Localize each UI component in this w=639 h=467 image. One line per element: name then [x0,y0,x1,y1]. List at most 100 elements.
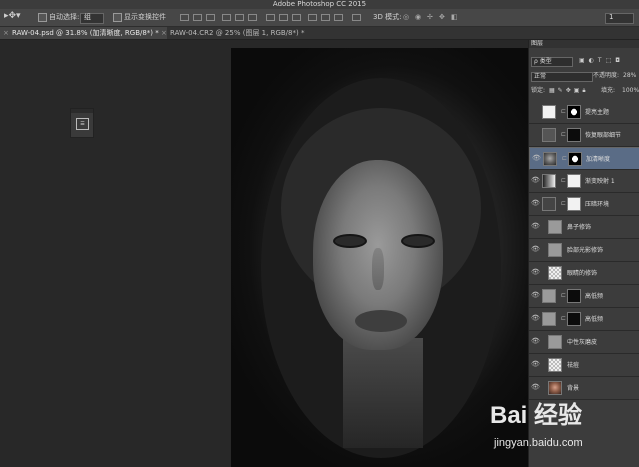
align-bottom-icon[interactable] [206,14,215,21]
eye-icon[interactable]: 👁︎ [531,314,540,323]
tab-layers[interactable]: 图层 [531,40,543,48]
layer-row-selected[interactable]: 👁︎ ⊏ 加清晰度 [529,147,639,170]
eye-icon[interactable]: 👁︎ [531,199,540,208]
eye-icon[interactable]: 👁︎ [531,176,540,185]
layer-row[interactable]: 👁︎ ⊏ 高低频 [529,285,639,308]
layer-name: 祛痘 [567,362,580,369]
mask-thumbnail[interactable] [567,312,581,326]
eye-icon[interactable]: 👁︎ [531,337,540,346]
eye-icon[interactable]: 👁︎ [531,383,540,392]
link-icon[interactable]: ⊏ [562,154,567,163]
mask-thumbnail[interactable] [567,128,581,142]
eye-icon[interactable]: 👁︎ [531,268,540,277]
mask-thumbnail[interactable] [568,152,582,166]
3d-pan-icon[interactable]: ✢ [427,13,433,22]
opacity-value[interactable]: 28% [623,71,636,81]
auto-select-label: 自动选择: [49,13,80,21]
align-top-icon[interactable] [180,14,189,21]
show-transform-label: 显示变换控件 [124,13,166,21]
3d-orbit-icon[interactable]: ◎ [403,13,409,22]
3d-mode-label: 3D 模式: [373,13,402,21]
layer-row[interactable]: 👁︎ ⊏ 渐变映射 1 [529,170,639,193]
align-hcenter-icon[interactable] [235,14,244,21]
layer-row[interactable]: 👁︎ 中性灰磨皮 [529,331,639,354]
layer-name: 压暗环境 [585,201,610,208]
link-icon[interactable]: ⊏ [561,130,566,139]
distribute-hcenter-icon[interactable] [321,14,330,21]
layer-row[interactable]: 👁︎ ⊏ 压暗环境 [529,193,639,216]
blend-mode-dropdown[interactable]: 正常 [531,72,593,82]
link-icon[interactable]: ⊏ [561,199,566,208]
eye-icon[interactable]: 👁︎ [531,245,540,254]
link-icon[interactable]: ⊏ [561,291,566,300]
lips-shape [355,310,407,332]
close-icon[interactable]: × [3,27,9,39]
floating-panel-header[interactable] [71,109,93,113]
lock-label: 锁定: [531,87,546,94]
layer-thumbnail [548,220,562,234]
tab-raw04-psd[interactable]: × RAW-04.psd @ 31.8% (加清晰度, RGB/8*) * [0,27,167,39]
eye-icon[interactable]: 👁︎ [531,222,540,231]
lock-icons[interactable]: ▦✎✥▣🔒︎ [549,86,589,96]
visibility-toggle[interactable] [531,130,540,139]
watermark-logo-text: Bai 经验 [490,402,583,429]
app-title: Adobe Photoshop CC 2015 [272,0,367,8]
layer-name: 鼻子修饰 [567,224,592,231]
link-icon[interactable]: ⊏ [561,107,566,116]
layer-name: 脸部光影修饰 [567,247,604,254]
layer-row[interactable]: ⊏ 提亮主题 [529,101,639,124]
right-eye-shape [401,234,435,248]
neck-shape [343,338,423,448]
distribute-top-icon[interactable] [266,14,275,21]
distribute-right-icon[interactable] [334,14,343,21]
mask-thumbnail[interactable] [567,289,581,303]
layer-thumbnail [548,381,562,395]
workspace-dropdown[interactable]: 1 [605,13,635,24]
panel-icon[interactable]: ☰ [76,118,89,130]
layer-row[interactable]: 👁︎ 祛痘 [529,354,639,377]
3d-scale-icon[interactable]: ◧ [451,13,458,22]
mask-thumbnail[interactable] [567,174,581,188]
layer-row[interactable]: 👁︎ 鼻子修饰 [529,216,639,239]
move-tool-icon[interactable]: ▸✥▾ [4,12,21,21]
align-left-icon[interactable] [222,14,231,21]
document-canvas[interactable] [231,48,528,467]
3d-slide-icon[interactable]: ✥ [439,13,445,22]
eye-icon[interactable]: 👁︎ [531,291,540,300]
layer-name: 中性灰磨皮 [567,339,598,346]
link-icon[interactable]: ⊏ [561,176,566,185]
floating-panel[interactable]: ☰ [70,108,94,138]
align-vcenter-icon[interactable] [193,14,202,21]
eye-icon[interactable]: 👁︎ [532,154,541,163]
visibility-toggle[interactable] [531,107,540,116]
auto-align-icon[interactable] [352,14,361,21]
link-icon[interactable]: ⊏ [561,314,566,323]
layer-row[interactable]: 👁︎ 脸部光影修饰 [529,239,639,262]
close-icon[interactable]: × [161,27,167,39]
auto-select-dropdown[interactable]: 组 [80,13,104,24]
layer-thumbnail [543,152,557,166]
auto-select-checkbox[interactable] [38,13,47,22]
layer-row[interactable]: ⊏ 恢复眼部细节 [529,124,639,147]
eye-icon[interactable]: 👁︎ [531,360,540,369]
layer-row[interactable]: 👁︎ ⊏ 高低频 [529,308,639,331]
filter-icons[interactable]: ▣◐T⬚◘ [579,56,624,66]
levels-thumbnail [542,128,556,142]
mask-thumbnail[interactable] [567,105,581,119]
fill-value[interactable]: 100% [622,86,639,96]
3d-roll-icon[interactable]: ◉ [415,13,421,22]
tab-raw04-cr2[interactable]: × RAW-04.CR2 @ 25% (图层 1, RGB/8*) * [158,27,320,39]
distribute-bottom-icon[interactable] [292,14,301,21]
align-right-icon[interactable] [248,14,257,21]
layer-name: 提亮主题 [585,109,610,116]
layer-name: 加清晰度 [586,156,611,163]
mask-thumbnail[interactable] [567,197,581,211]
layer-row[interactable]: 👁︎ 眼睛的修饰 [529,262,639,285]
filter-kind-dropdown[interactable]: ρ 类型 [531,57,573,67]
watermark-url: jingyan.baidu.com [494,437,583,449]
layer-name: 渐变映射 1 [585,178,615,185]
distribute-vcenter-icon[interactable] [279,14,288,21]
distribute-left-icon[interactable] [308,14,317,21]
show-transform-checkbox[interactable] [113,13,122,22]
lock-row: 锁定: ▦✎✥▣🔒︎ 填充: 100% [529,86,639,98]
